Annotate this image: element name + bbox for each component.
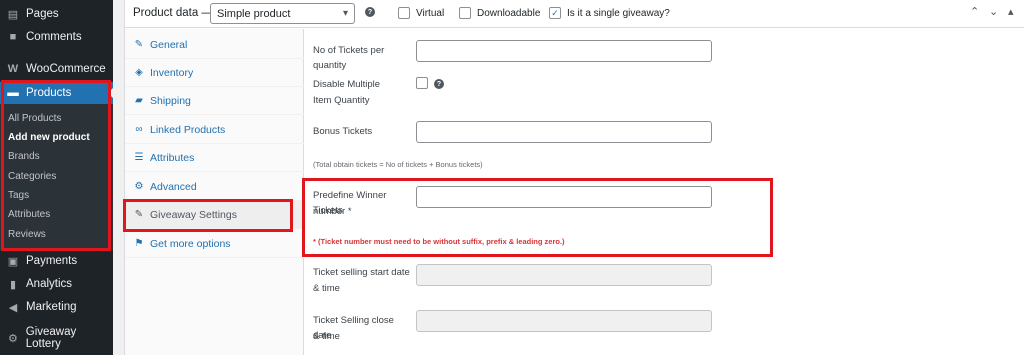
chevron-down-icon: ▾: [342, 8, 348, 19]
tab-get-more-options[interactable]: ⚑ Get more options: [125, 230, 304, 258]
giveaway-option[interactable]: ✓ Is it a single giveaway?: [549, 7, 670, 19]
menu-label: Pages: [26, 8, 59, 20]
disable-multiple-label-line1: Disable Multiple: [313, 79, 381, 90]
product-type-value: Simple product: [217, 7, 291, 20]
predefine-winner-input[interactable]: [416, 186, 712, 208]
submenu-brands[interactable]: Brands: [8, 151, 40, 162]
tag-icon: ◈: [135, 67, 143, 78]
payments-icon: ▣: [7, 255, 19, 268]
tab-label: Get more options: [150, 237, 231, 250]
giveaway-icon: ⚙: [7, 332, 18, 345]
menu-label: Comments: [26, 31, 82, 43]
tab-shipping[interactable]: ▰ Shipping: [125, 87, 304, 115]
disable-multiple-label-line2: Item Quantity: [313, 95, 370, 106]
tab-advanced[interactable]: ⚙ Advanced: [125, 173, 304, 201]
wrench-icon: ✎: [134, 39, 144, 50]
submenu-categories[interactable]: Categories: [8, 171, 56, 182]
menu-label: Marketing: [26, 301, 77, 313]
tab-label: Inventory: [150, 66, 194, 79]
submenu-tags[interactable]: Tags: [8, 190, 29, 201]
menu-item-payments[interactable]: ▣ Payments: [0, 250, 113, 272]
tab-giveaway-settings[interactable]: ✎ Giveaway Settings: [125, 201, 304, 229]
downloadable-checkbox[interactable]: [459, 7, 471, 19]
menu-item-marketing[interactable]: ◀ Marketing: [0, 296, 113, 318]
help-icon[interactable]: ?: [365, 7, 375, 17]
admin-sidebar: ▤ Pages ■ Comments W WooCommerce ▬ Produ…: [0, 0, 113, 355]
menu-item-analytics[interactable]: ▮ Analytics: [0, 273, 113, 295]
tab-label: Advanced: [150, 180, 197, 193]
downloadable-option[interactable]: Downloadable: [459, 7, 540, 19]
pages-icon: ▤: [7, 8, 19, 21]
menu-label: Products: [26, 87, 72, 99]
submenu-attributes[interactable]: Attributes: [8, 209, 50, 220]
total-tickets-note: (Total obtain tickets = No of tickets + …: [313, 160, 483, 169]
selling-close-input[interactable]: [416, 310, 712, 332]
menu-label: Analytics: [26, 278, 73, 290]
tab-label: General: [150, 38, 188, 51]
submenu-all-products[interactable]: All Products: [8, 113, 61, 124]
selling-start-input[interactable]: [416, 264, 712, 286]
menu-item-comments[interactable]: ■ Comments: [0, 26, 113, 48]
panel-title: Product data —: [133, 7, 213, 19]
tab-label: Attributes: [150, 151, 195, 164]
tab-linked-products[interactable]: ∞ Linked Products: [125, 116, 304, 144]
downloadable-label: Downloadable: [477, 7, 541, 19]
tab-attributes[interactable]: ☰ Attributes: [125, 144, 304, 172]
tab-label: Linked Products: [150, 123, 226, 136]
submenu-add-new-product[interactable]: Add new product: [8, 132, 90, 143]
bonus-tickets-label: Bonus Tickets: [313, 126, 373, 137]
menu-label: WooCommerce: [26, 63, 106, 75]
wrench-icon: ✎: [134, 209, 144, 220]
woocommerce-icon: W: [7, 63, 19, 75]
tickets-per-quantity-input[interactable]: [416, 40, 712, 62]
move-up-icon[interactable]: ⌃: [970, 5, 979, 18]
help-icon[interactable]: ?: [434, 79, 444, 89]
products-icon: ▬: [7, 87, 19, 99]
comments-icon: ■: [9, 31, 17, 43]
menu-item-pages[interactable]: ▤ Pages: [0, 3, 113, 25]
marketing-icon: ◀: [8, 301, 18, 314]
giveaway-checkbox[interactable]: ✓: [549, 7, 561, 19]
tab-label: Shipping: [150, 94, 191, 107]
list-icon: ☰: [134, 152, 144, 163]
products-submenu: All Products Add new product Brands Cate…: [0, 104, 113, 250]
disable-multiple-checkbox[interactable]: [416, 77, 428, 89]
product-type-select[interactable]: Simple product ▾: [210, 3, 355, 24]
toggle-panel-icon[interactable]: ▴: [1008, 5, 1014, 18]
bonus-tickets-input[interactable]: [416, 121, 712, 143]
product-data-tabs: ✎ General ◈ Inventory ▰ Shipping ∞ Linke…: [125, 29, 304, 355]
move-down-icon[interactable]: ⌄: [989, 5, 998, 18]
selling-close-label-line2: & time: [313, 331, 340, 342]
panel-header: Product data — Simple product ▾ ? Virtua…: [125, 0, 1024, 28]
selling-start-label-line1: Ticket selling start date: [313, 267, 410, 278]
gear-icon: ⚙: [134, 181, 144, 192]
menu-label: Payments: [26, 255, 78, 267]
analytics-icon: ▮: [9, 278, 17, 291]
tab-label: Giveaway Settings: [150, 208, 237, 221]
giveaway-label: Is it a single giveaway?: [567, 7, 670, 19]
virtual-checkbox[interactable]: [398, 7, 410, 19]
tickets-per-quantity-label: No of Tickets per quantity: [313, 45, 385, 71]
menu-item-products[interactable]: ▬ Products: [0, 82, 113, 104]
predefine-winner-label-line2: number *: [313, 206, 352, 217]
submenu-reviews[interactable]: Reviews: [8, 229, 46, 240]
winner-ticket-warning: * (Ticket number must need to be without…: [313, 237, 565, 246]
plugin-icon: ⚑: [134, 238, 144, 249]
tab-inventory[interactable]: ◈ Inventory: [125, 59, 304, 87]
link-icon: ∞: [135, 124, 143, 135]
menu-item-giveaway-lottery[interactable]: ⚙ Giveaway Lottery: [0, 326, 113, 350]
menu-label: Giveaway Lottery: [25, 326, 77, 350]
tab-general[interactable]: ✎ General: [125, 31, 304, 59]
current-menu-arrow: [108, 88, 113, 98]
truck-icon: ▰: [135, 95, 143, 106]
menu-item-woocommerce[interactable]: W WooCommerce: [0, 58, 113, 80]
virtual-option[interactable]: Virtual: [398, 7, 444, 19]
virtual-label: Virtual: [416, 7, 445, 19]
selling-start-label-line2: & time: [313, 283, 340, 294]
